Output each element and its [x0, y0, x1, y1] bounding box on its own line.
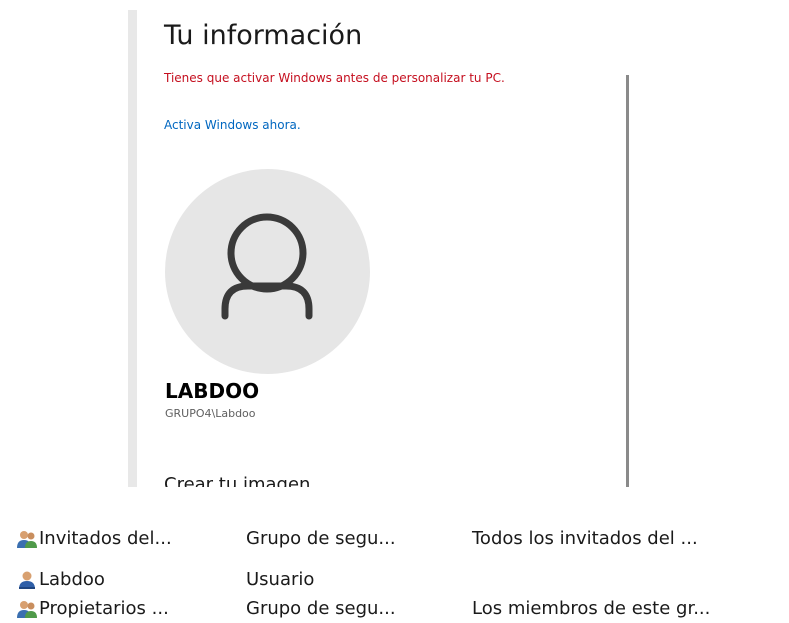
create-picture-heading: Crear tu imagen — [164, 474, 311, 487]
user-account-name: GRUPO4\Labdoo — [165, 407, 256, 420]
panel-scrollbar-line — [626, 75, 629, 487]
user-display-name: LABDOO — [165, 379, 260, 403]
members-list: Invitados del... Grupo de segu... Todos … — [0, 522, 789, 623]
member-type: Grupo de segu... — [246, 528, 396, 549]
list-item[interactable]: Labdoo Usuario — [0, 567, 789, 593]
user-silhouette-icon — [221, 213, 313, 320]
group-icon — [16, 599, 38, 619]
avatar — [165, 169, 370, 374]
list-item[interactable]: Invitados del... Grupo de segu... Todos … — [0, 526, 789, 552]
page-title: Tu información — [164, 20, 363, 51]
user-icon — [16, 570, 38, 590]
list-item[interactable]: Propietarios ... Grupo de segu... Los mi… — [0, 596, 789, 622]
member-name: Labdoo — [39, 569, 105, 590]
member-name: Invitados del... — [39, 528, 172, 549]
member-description: Los miembros de este gr... — [472, 598, 711, 619]
activate-windows-link[interactable]: Activa Windows ahora. — [164, 118, 301, 132]
member-name: Propietarios ... — [39, 598, 169, 619]
panel-left-border — [128, 10, 137, 487]
member-type: Grupo de segu... — [246, 598, 396, 619]
group-icon — [16, 529, 38, 549]
member-type: Usuario — [246, 569, 315, 590]
member-description: Todos los invitados del ... — [472, 528, 698, 549]
activation-warning: Tienes que activar Windows antes de pers… — [164, 71, 505, 85]
your-info-panel: Tu información Tienes que activar Window… — [128, 0, 634, 487]
